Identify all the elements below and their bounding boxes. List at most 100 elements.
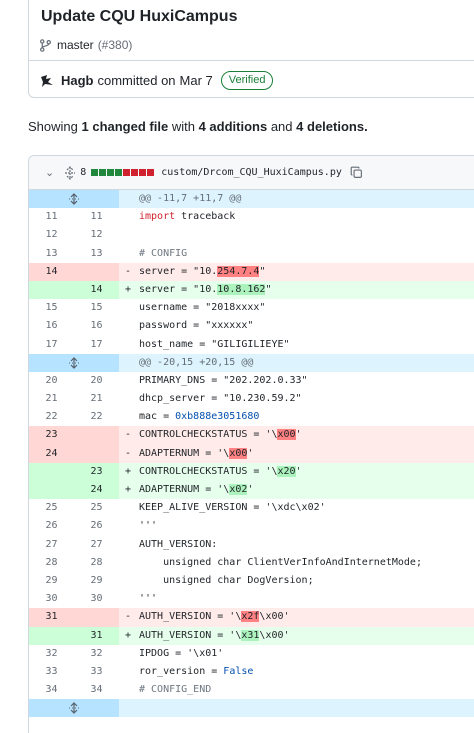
new-line-number[interactable]: 17 xyxy=(74,336,119,354)
context-line: 13 13 # CONFIG xyxy=(29,245,474,263)
code-token: x2f xyxy=(241,611,260,623)
hunk-header-text: @@ -11,7 +11,7 @@ xyxy=(139,193,242,204)
old-line-number[interactable]: 26 xyxy=(29,517,74,535)
code-text: import traceback xyxy=(139,208,235,226)
context-line: 16 16 password = "xxxxxx" xyxy=(29,317,474,335)
old-line-number[interactable]: 17 xyxy=(29,336,74,354)
new-line-number[interactable]: 16 xyxy=(74,317,119,335)
old-line-number[interactable]: 12 xyxy=(29,226,74,244)
diffstat-del-square xyxy=(139,169,147,176)
new-line-number[interactable]: 15 xyxy=(74,299,119,317)
code-token: traceback xyxy=(175,211,236,223)
code-token: # CONFIG xyxy=(139,247,188,259)
new-line-number[interactable] xyxy=(74,426,119,445)
old-line-number[interactable]: 23 xyxy=(29,426,74,445)
new-line-number[interactable]: 33 xyxy=(74,663,119,681)
context-line: 11 11 import traceback xyxy=(29,208,474,226)
author-avatar-icon[interactable] xyxy=(39,73,55,89)
new-line-number[interactable]: 34 xyxy=(74,681,119,699)
new-line-number[interactable]: 29 xyxy=(74,572,119,590)
expand-lines-icon[interactable] xyxy=(29,353,119,372)
new-line-number[interactable]: 20 xyxy=(74,372,119,390)
new-line-number[interactable]: 13 xyxy=(74,245,119,263)
code-text: PRIMARY_DNS = "202.202.0.33" xyxy=(139,372,308,390)
old-line-number[interactable]: 24 xyxy=(29,444,74,463)
new-line-number[interactable]: 28 xyxy=(74,554,119,572)
plus-sign: + xyxy=(125,283,132,295)
old-line-number[interactable]: 11 xyxy=(29,208,74,226)
author-link[interactable]: Hagb xyxy=(61,73,94,88)
old-line-number[interactable]: 20 xyxy=(29,372,74,390)
old-line-number[interactable]: 34 xyxy=(29,681,74,699)
expand-lines-icon[interactable] xyxy=(29,190,119,209)
code-text: # CONFIG_END xyxy=(139,681,211,699)
new-line-number[interactable]: 22 xyxy=(74,408,119,426)
old-line-number[interactable]: 25 xyxy=(29,499,74,517)
old-line-number[interactable]: 15 xyxy=(29,299,74,317)
old-line-number[interactable] xyxy=(29,280,74,300)
divider xyxy=(29,60,474,61)
pr-reference-link[interactable]: (#380) xyxy=(98,38,133,52)
old-line-number[interactable]: 32 xyxy=(29,645,74,663)
code-token: x00 xyxy=(277,429,296,441)
code-text: ''' xyxy=(139,517,157,535)
context-line: 27 27 AUTH_VERSION: xyxy=(29,536,474,554)
unfold-icon[interactable] xyxy=(64,165,76,180)
new-line-number[interactable]: 21 xyxy=(74,390,119,408)
old-line-number[interactable]: 27 xyxy=(29,536,74,554)
plus-sign: + xyxy=(125,484,132,495)
code-text: ADAPTERNUM = '\x00' xyxy=(139,445,253,463)
new-line-number[interactable] xyxy=(74,262,119,281)
diffstat-bar xyxy=(91,169,155,176)
diff-summary: Showing 1 changed file with 4 additions … xyxy=(28,119,368,134)
new-line-number[interactable]: 26 xyxy=(74,517,119,535)
code-text: username = "2018xxxx" xyxy=(139,299,265,317)
old-line-number[interactable]: 22 xyxy=(29,408,74,426)
code-token: ' xyxy=(247,484,254,495)
code-token: unsigned char ClientVerInfoAndInternetMo… xyxy=(139,556,422,568)
expand-lines-icon[interactable] xyxy=(29,699,119,718)
old-line-number[interactable]: 33 xyxy=(29,663,74,681)
code-token: x20 xyxy=(277,465,296,477)
diffstat-add-square xyxy=(91,169,99,176)
new-line-number[interactable]: 14 xyxy=(74,280,119,300)
new-line-number[interactable] xyxy=(74,444,119,463)
old-line-number[interactable] xyxy=(29,481,74,500)
old-line-number[interactable]: 30 xyxy=(29,590,74,608)
copy-icon[interactable] xyxy=(350,166,363,179)
commit-date[interactable]: Mar 7 xyxy=(180,73,213,88)
chevron-down-icon[interactable]: ⌄ xyxy=(45,166,54,179)
old-line-number[interactable] xyxy=(29,462,74,481)
old-line-number[interactable]: 29 xyxy=(29,572,74,590)
file-path-link[interactable]: custom/Drcom_CQU_HuxiCampus.py xyxy=(161,167,342,178)
branch-link[interactable]: master xyxy=(57,38,94,52)
new-line-number[interactable]: 27 xyxy=(74,536,119,554)
old-line-number[interactable]: 21 xyxy=(29,390,74,408)
verified-badge[interactable]: Verified xyxy=(220,71,274,90)
new-line-number[interactable]: 11 xyxy=(74,208,119,226)
minus-sign: - xyxy=(125,447,132,459)
old-line-number[interactable] xyxy=(29,626,74,645)
old-line-number[interactable]: 16 xyxy=(29,317,74,335)
new-line-number[interactable]: 24 xyxy=(74,481,119,500)
old-line-number[interactable]: 14 xyxy=(29,262,74,281)
new-line-number[interactable]: 12 xyxy=(74,226,119,244)
code-token: AUTH_VERSION: xyxy=(139,538,218,550)
diffstat-add-square xyxy=(115,169,123,176)
new-line-number[interactable] xyxy=(74,608,119,627)
code-text: # CONFIG xyxy=(139,245,187,263)
new-line-number[interactable]: 23 xyxy=(74,462,119,481)
new-line-number[interactable]: 30 xyxy=(74,590,119,608)
new-line-number[interactable]: 25 xyxy=(74,499,119,517)
new-line-number[interactable]: 32 xyxy=(74,645,119,663)
diffstat-add-square xyxy=(107,169,115,176)
old-line-number[interactable]: 13 xyxy=(29,245,74,263)
new-line-number[interactable]: 31 xyxy=(74,626,119,645)
code-token: host_name = "GILIGILIEYE" xyxy=(139,338,290,350)
old-line-number[interactable]: 31 xyxy=(29,608,74,627)
old-line-number[interactable]: 28 xyxy=(29,554,74,572)
code-token: PRIMARY_DNS = "202.202.0.33" xyxy=(139,374,308,386)
changed-files-count[interactable]: 1 changed file xyxy=(82,119,169,134)
hunk-header-text: @@ -20,15 +20,15 @@ xyxy=(139,356,254,368)
code-text: server = "10.254.7.4" xyxy=(139,263,265,281)
